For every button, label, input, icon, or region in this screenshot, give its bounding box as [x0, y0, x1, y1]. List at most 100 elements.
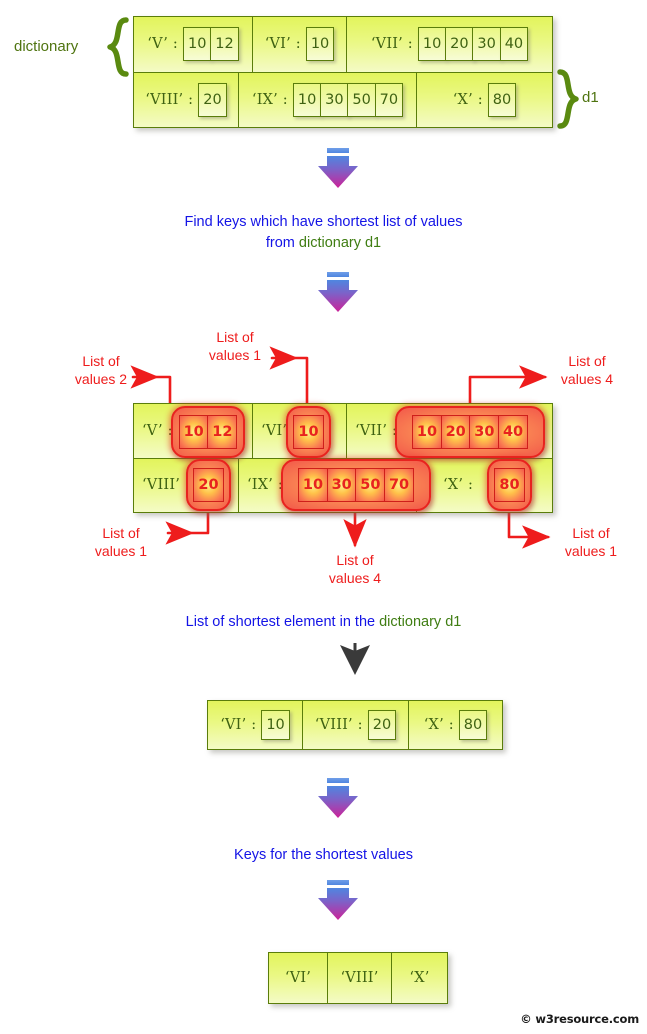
hl-value-cell: 50	[355, 468, 386, 502]
hl-key-ix: ‘IX’ :	[247, 477, 283, 494]
shortest-entry-x: ‘X’ : 80	[408, 701, 502, 749]
dict-entry-viii: ‘VIII’ : 20	[134, 72, 238, 127]
annotation-list-of-values-4-vii: List of values 4	[552, 352, 622, 388]
hl-key-viii: ‘VIII’ :	[142, 477, 190, 494]
hl-value-cell: 40	[497, 415, 529, 449]
dict-values-vi: 10	[305, 27, 335, 62]
hl-value-cell: 10	[297, 468, 329, 502]
diagram-canvas: dictionary d1 ‘V’ : 10 12 ‘VI’ : 10 ‘VII…	[0, 0, 647, 1034]
annotation-list-of-values-1-x: List of values 1	[556, 524, 626, 560]
step2-caption: List of shortest element in the dictiona…	[0, 612, 647, 633]
highlight-values-vii: 10 20 30 40	[395, 406, 545, 458]
annotation-line2: values 1	[564, 543, 618, 559]
gradient-arrow-4	[318, 880, 358, 920]
shortest-entry-vi: ‘VI’ : 10	[208, 701, 302, 749]
step3-caption: Keys for the shortest values	[234, 847, 413, 863]
step1-caption: Find keys which have shortest list of va…	[0, 212, 647, 254]
result-keys-row: ‘VI’ ‘VIII’ ‘X’	[269, 953, 447, 1003]
value-cell: 80	[458, 710, 488, 740]
hl-value-cell: 80	[494, 468, 525, 502]
dict-values-ix: 10 30 50 70	[292, 82, 404, 117]
value-cell: 80	[487, 82, 517, 117]
result-keys-box: ‘VI’ ‘VIII’ ‘X’	[268, 952, 448, 1004]
shortest-elements-row: ‘VI’ : 10 ‘VIII’ : 20 ‘X’ : 80	[208, 701, 502, 749]
hl-value-cell: 30	[469, 415, 500, 449]
highlight-values-vi: 10	[286, 406, 331, 458]
hl-value-cell: 20	[193, 468, 224, 502]
value-cell: 30	[472, 27, 501, 62]
connector-values1-vi	[269, 346, 309, 405]
value-cell: 20	[198, 82, 227, 117]
shortest-elements-box: ‘VI’ : 10 ‘VIII’ : 20 ‘X’ : 80	[207, 700, 503, 750]
value-cell: 50	[347, 82, 376, 117]
annotation-line2: values 1	[94, 543, 148, 559]
step1-line2-prefix: from	[265, 235, 299, 251]
value-cell: 70	[374, 82, 404, 117]
result-key-cell-viii: ‘VIII’	[327, 953, 391, 1003]
connector-values2-v	[130, 365, 172, 405]
value-cell: 20	[445, 27, 474, 62]
annotation-line1: List of	[102, 525, 140, 541]
dictionary-label: dictionary	[14, 38, 79, 55]
connector-values1-x	[507, 511, 551, 549]
shortest-key-vi: ‘VI’ :	[220, 717, 257, 733]
dict-values-v: 10 12	[183, 27, 239, 62]
hl-key-x: ‘X’ :	[443, 477, 474, 494]
dict-entry-x: ‘X’ : 80	[416, 72, 552, 127]
value-cell: 40	[499, 27, 529, 62]
value-cell: 12	[210, 27, 239, 62]
result-key-cell-vi: ‘VI’	[269, 953, 327, 1003]
highlight-values-ix: 10 30 50 70	[281, 459, 431, 511]
hl-key-vii: ‘VII’ :	[355, 422, 398, 439]
highlight-values-v: 10 12	[171, 406, 245, 458]
step1-line2-green: dictionary d1	[298, 235, 382, 251]
dictionary-brace	[107, 17, 129, 77]
value-cell: 10	[261, 710, 290, 740]
shortest-key-viii: ‘VIII’ :	[314, 717, 363, 733]
dictionary-box: ‘V’ : 10 12 ‘VI’ : 10 ‘VII’ : 10 20 30 4…	[133, 16, 553, 128]
hl-value-cell: 30	[326, 468, 357, 502]
step2-green: dictionary d1	[379, 614, 462, 630]
dict-entry-ix: ‘IX’ : 10 30 50 70	[238, 72, 416, 127]
annotation-line2: values 4	[328, 570, 382, 586]
dictionary-row-2: ‘VIII’ : 20 ‘IX’ : 10 30 50 70 ‘X’ : 80	[134, 71, 552, 127]
dict-key-vii: ‘VII’ :	[370, 36, 413, 53]
hl-value-cell: 10	[293, 415, 324, 449]
dict-key-v: ‘V’ :	[147, 36, 178, 53]
value-cell: 10	[417, 27, 447, 62]
dict-entry-v: ‘V’ : 10 12	[134, 17, 252, 72]
step1-line1: Find keys which have shortest list of va…	[184, 214, 463, 230]
dict-values-viii: 20	[198, 82, 227, 117]
hl-value-cell: 10	[178, 415, 209, 449]
dict-key-vi: ‘VI’ :	[264, 36, 301, 53]
hl-value-cell: 20	[440, 415, 471, 449]
dict-key-viii: ‘VIII’ :	[145, 91, 194, 108]
annotation-line1: List of	[336, 552, 374, 568]
highlight-values-viii: 20	[186, 459, 231, 511]
annotation-line2: values 4	[560, 371, 614, 387]
dict-values-vii: 10 20 30 40	[417, 27, 529, 62]
connector-values4-vii	[468, 365, 548, 405]
shortest-key-x: ‘X’ :	[423, 717, 454, 733]
connector-values1-viii	[165, 511, 210, 545]
result-key-cell-x: ‘X’	[391, 953, 447, 1003]
connector-overlay	[107, 17, 579, 920]
value-cell: 10	[292, 82, 322, 117]
hl-value-cell: 70	[383, 468, 415, 502]
annotation-list-of-values-4-ix: List of values 4	[320, 551, 390, 587]
result-key-label: ‘VI’	[284, 970, 312, 986]
step2-prefix: List of shortest element in the	[185, 614, 380, 630]
annotation-line1: List of	[568, 353, 606, 369]
result-key-label: ‘X’	[409, 970, 430, 986]
annotation-line1: List of	[572, 525, 610, 541]
dict-entry-vii: ‘VII’ : 10 20 30 40	[346, 17, 552, 72]
dict-values-x: 80	[487, 82, 517, 117]
hl-key-v: ‘V’ :	[142, 422, 173, 439]
annotation-list-of-values-2-v: List of values 2	[66, 352, 136, 388]
dict-entry-vi: ‘VI’ : 10	[252, 17, 346, 72]
gradient-arrow-2	[318, 272, 358, 312]
hl-value-cell: 10	[411, 415, 443, 449]
dictionary-row-1: ‘V’ : 10 12 ‘VI’ : 10 ‘VII’ : 10 20 30 4…	[134, 17, 552, 72]
annotation-list-of-values-1-viii: List of values 1	[86, 524, 156, 560]
d1-brace	[557, 69, 579, 129]
